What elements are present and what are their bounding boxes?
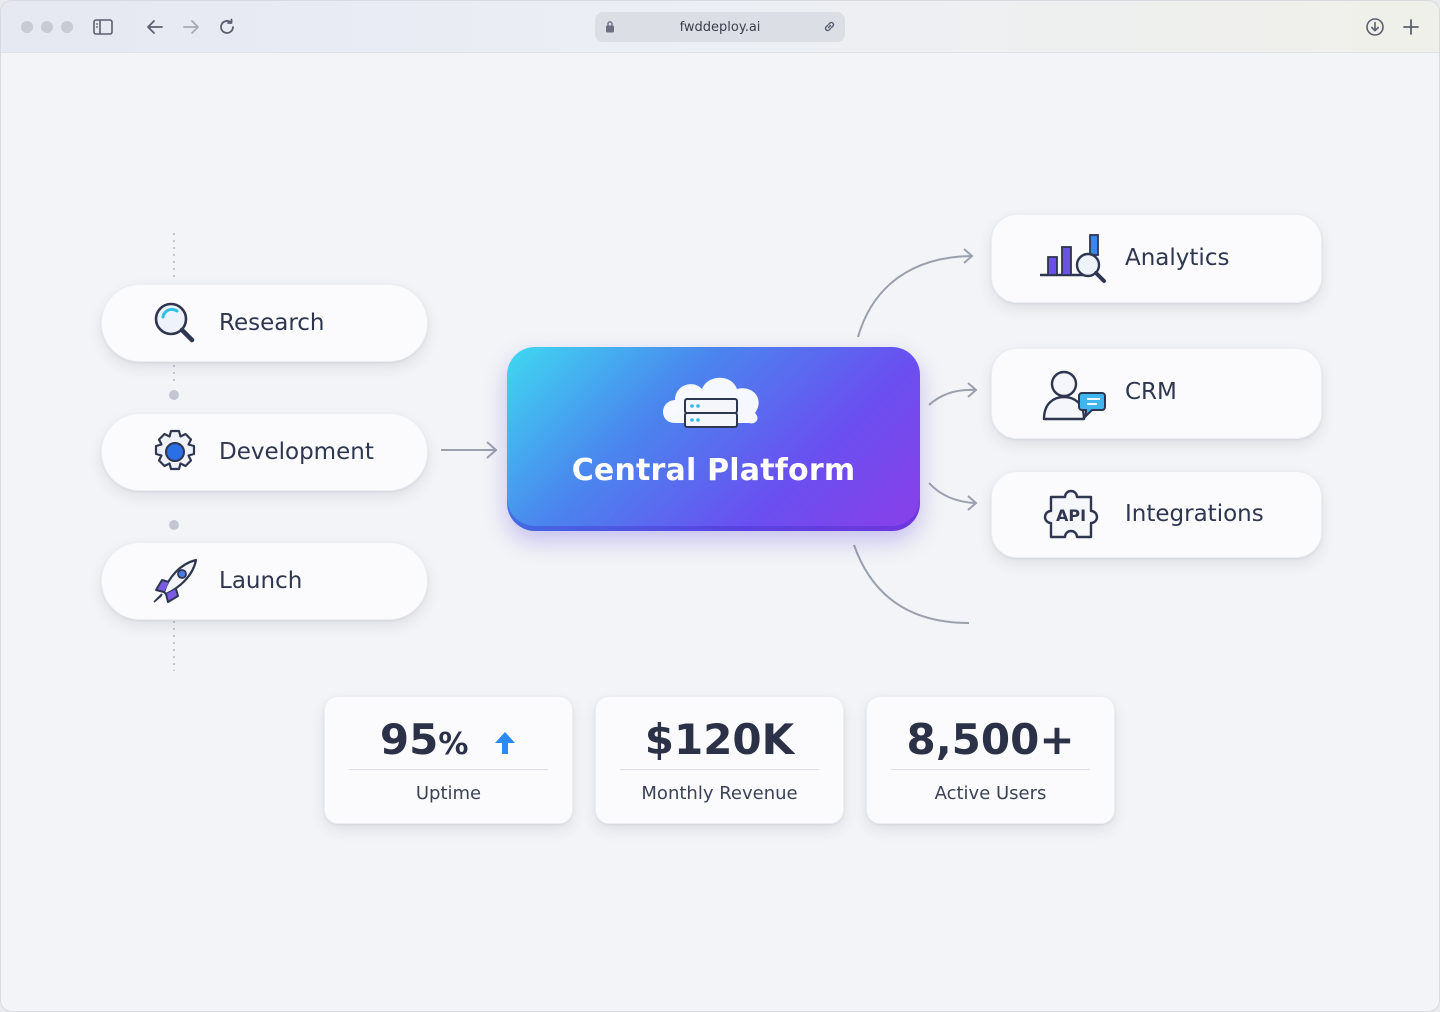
curve-out [853,544,970,624]
user-chat-icon [1036,365,1110,425]
close-window-button[interactable] [21,21,33,33]
reload-icon[interactable] [215,15,239,39]
api-icon-text: API [1056,506,1086,525]
service-integrations[interactable]: API Integrations [991,471,1322,558]
stage-label: Development [219,439,374,465]
forward-arrow-icon[interactable] [179,15,203,39]
stat-value: 95% [325,715,572,764]
cloud-server-icon [663,377,759,428]
stat-card-uptime: 95% Uptime [324,696,573,824]
stage-development[interactable]: Development [101,413,428,491]
lock-icon [605,20,615,37]
service-analytics[interactable]: Analytics [991,214,1322,303]
magnifier-icon [150,298,200,348]
stat-number: 95 [379,715,439,764]
stat-unit: % [438,727,469,762]
minimize-window-button[interactable] [41,21,53,33]
arrow-to-analytics [857,248,974,338]
back-arrow-icon[interactable] [143,15,167,39]
gear-icon [150,427,200,477]
up-arrow-icon [495,732,516,754]
browser-toolbar: fwddeploy.ai [1,1,1439,53]
stat-label: Uptime [415,783,482,804]
stat-card-revenue: $120K Monthly Revenue [595,696,844,824]
service-crm[interactable]: CRM [991,348,1322,439]
stage-label: Research [219,310,325,336]
stage-research[interactable]: Research [101,284,428,362]
bar-chart-magnifier-icon [1036,230,1110,290]
stat-divider [620,769,819,770]
address-bar[interactable]: fwddeploy.ai [595,12,845,42]
stat-label: Active Users [934,783,1047,804]
stat-card-users: 8,500+ Active Users [866,696,1115,824]
arrow-to-integrations [928,482,978,511]
service-label: CRM [1125,379,1177,405]
stat-value: $120K [644,715,795,764]
stage-launch[interactable]: Launch [101,542,428,620]
page-content: Research Development Launch Central Plat… [1,53,1439,1011]
central-platform-card[interactable]: Central Platform [507,347,920,531]
rocket-icon [150,556,200,606]
stat-divider [349,769,548,770]
new-tab-icon[interactable] [1399,15,1423,39]
arrow-to-crm [928,382,978,406]
api-puzzle-icon: API [1036,485,1110,545]
central-platform-title: Central Platform [571,453,856,488]
stage-label: Launch [219,568,303,594]
service-label: Integrations [1125,501,1264,527]
timeline-dot [169,520,179,530]
link-icon[interactable] [822,19,837,38]
timeline-dot [169,390,179,400]
service-label: Analytics [1125,245,1230,271]
arrow-to-central [441,441,498,459]
zoom-window-button[interactable] [61,21,73,33]
download-icon[interactable] [1363,15,1387,39]
sidebar-toggle-icon[interactable] [91,15,115,39]
url-text: fwddeploy.ai [679,19,761,35]
stat-label: Monthly Revenue [641,783,798,804]
stat-divider [891,769,1090,770]
browser-window: fwddeploy.ai Research Development Launch… [0,0,1440,1012]
stat-value: 8,500+ [906,715,1075,764]
